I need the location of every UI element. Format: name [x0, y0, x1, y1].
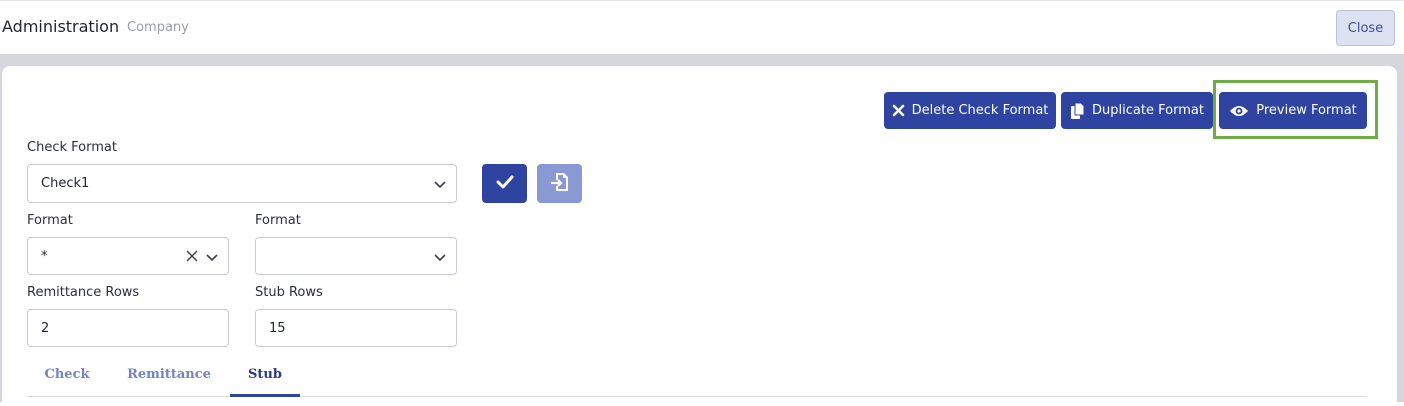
- format-select-2[interactable]: [255, 237, 457, 275]
- chevron-down-icon: [433, 251, 447, 266]
- format-value-1: *: [41, 248, 48, 264]
- import-file-icon: [550, 172, 570, 196]
- breadcrumb[interactable]: Company: [127, 20, 189, 35]
- remittance-rows-label: Remittance Rows: [27, 285, 140, 300]
- page-title: Administration: [2, 17, 120, 36]
- tab-stub[interactable]: Stub: [230, 363, 300, 397]
- remittance-rows-value: 2: [41, 320, 50, 336]
- check-format-select[interactable]: Check1: [27, 164, 457, 203]
- tab-bar: Check Remittance Stub: [27, 363, 1367, 397]
- format-label-2: Format: [255, 213, 301, 228]
- check-icon: [496, 174, 514, 193]
- close-button[interactable]: Close: [1336, 10, 1395, 46]
- stub-rows-input[interactable]: 15: [255, 309, 457, 347]
- format-select-1[interactable]: *: [27, 237, 229, 275]
- duplicate-format-button[interactable]: Duplicate Format: [1061, 92, 1213, 129]
- tab-remittance[interactable]: Remittance: [115, 363, 223, 397]
- delete-check-format-button[interactable]: Delete Check Format: [884, 92, 1056, 129]
- chevron-down-icon: [433, 178, 447, 193]
- stub-rows-label: Stub Rows: [255, 285, 323, 300]
- import-format-button[interactable]: [537, 164, 582, 203]
- chevron-down-icon: [205, 251, 219, 266]
- preview-highlight-box: [1213, 80, 1378, 139]
- copy-icon: [1070, 102, 1085, 120]
- top-bar: Administration Company Close: [0, 0, 1404, 54]
- remittance-rows-input[interactable]: 2: [27, 309, 229, 347]
- delete-check-format-label: Delete Check Format: [911, 103, 1049, 118]
- clear-icon[interactable]: [186, 250, 198, 266]
- x-icon: [892, 104, 905, 117]
- duplicate-format-label: Duplicate Format: [1092, 103, 1204, 118]
- stub-rows-value: 15: [269, 320, 286, 336]
- confirm-button[interactable]: [482, 164, 527, 203]
- format-label-1: Format: [27, 213, 73, 228]
- check-format-label: Check Format: [27, 140, 117, 155]
- check-format-value: Check1: [41, 176, 90, 191]
- tab-check[interactable]: Check: [27, 363, 107, 397]
